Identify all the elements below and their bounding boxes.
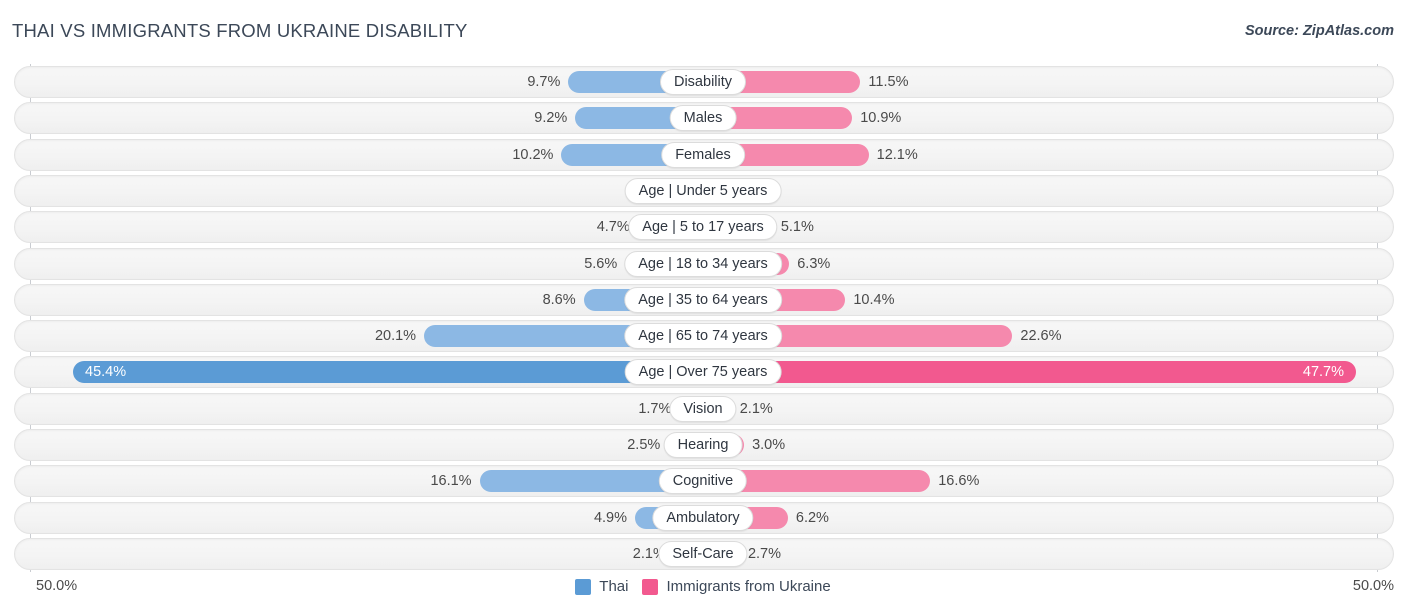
table-row[interactable]: 8.6% 10.4% Age | 35 to 64 years: [0, 283, 1406, 316]
value-label-thai: 9.7%: [527, 74, 561, 90]
value-label-thai: 20.1%: [374, 328, 417, 345]
chart-legend: Thai Immigrants from Ukraine: [0, 578, 1406, 595]
category-label[interactable]: Cognitive: [658, 468, 748, 495]
table-row[interactable]: 9.7% 11.5% Disability: [0, 66, 1406, 98]
value-label-immigrants-from-ukraine: 6.2%: [795, 509, 829, 526]
table-row[interactable]: 4.7% 5.1% Age | 5 to 17 years: [0, 211, 1406, 244]
table-row[interactable]: 45.4% 47.7% Age | Over 75 years: [0, 356, 1406, 389]
plot-area: 9.7% 11.5% Disability 9.2% 10.9% Males 10.2% 12…: [0, 64, 1406, 572]
category-label[interactable]: Ambulatory: [652, 504, 754, 531]
value-label-immigrants-from-ukraine: 2.1%: [739, 400, 773, 417]
legend-swatch-icon: [642, 578, 659, 595]
value-label-immigrants-from-ukraine: 12.1%: [876, 146, 918, 163]
category-label[interactable]: Age | 5 to 17 years: [628, 214, 778, 241]
value-label-thai: 9.2%: [534, 110, 568, 127]
value-label-immigrants-from-ukraine: 22.6%: [1020, 328, 1062, 345]
category-label[interactable]: Age | 18 to 34 years: [624, 250, 782, 277]
table-row[interactable]: 5.6% 6.3% Age | 18 to 34 years: [0, 247, 1406, 280]
value-label-thai: 8.6%: [542, 291, 576, 308]
table-row[interactable]: 4.9% 6.2% Ambulatory: [0, 501, 1406, 534]
source-attribution: Source: ZipAtlas.com: [1244, 23, 1394, 39]
legend-label: Thai: [599, 578, 629, 595]
table-row[interactable]: 1.1%1.0%Age | Under 5 years: [0, 174, 1406, 207]
axis-label-right: 50.0%: [1352, 578, 1394, 594]
table-row[interactable]: 9.2% 10.9% Males: [0, 102, 1406, 135]
value-label-immigrants-from-ukraine: 10.9%: [860, 110, 902, 127]
category-label[interactable]: Disability: [659, 69, 747, 95]
value-label-thai: 1.7%: [638, 400, 672, 417]
value-label-thai: 5.6%: [584, 255, 618, 272]
value-label-thai: 4.9%: [593, 509, 627, 526]
value-label-immigrants-from-ukraine: 6.3%: [797, 255, 831, 272]
category-label[interactable]: Females: [661, 141, 745, 168]
value-label-thai: 45.4%: [85, 364, 127, 381]
value-label-thai: 10.2%: [512, 146, 554, 163]
page-title: THAI VS IMMIGRANTS FROM UKRAINE DISABILI…: [12, 20, 468, 41]
table-row[interactable]: 1.7% 2.1% Vision: [0, 392, 1406, 425]
category-label[interactable]: Age | Over 75 years: [624, 359, 782, 386]
category-label[interactable]: Self-Care: [658, 540, 748, 567]
value-label-immigrants-from-ukraine: 16.6%: [938, 473, 980, 490]
table-row[interactable]: 20.1% 22.6% Age | 65 to 74 years: [0, 320, 1406, 353]
value-label-immigrants-from-ukraine: 10.4%: [853, 291, 895, 308]
legend-item[interactable]: Thai: [575, 578, 628, 595]
category-label[interactable]: Males: [669, 105, 737, 132]
value-label-immigrants-from-ukraine: 3.0%: [752, 437, 786, 453]
disability-comparison-chart: THAI VS IMMIGRANTS FROM UKRAINE DISABILI…: [0, 0, 1406, 612]
table-row[interactable]: 16.1% 16.6% Cognitive: [0, 465, 1406, 498]
category-label[interactable]: Age | 35 to 64 years: [624, 286, 782, 313]
value-label-immigrants-from-ukraine: 2.7%: [747, 545, 782, 562]
legend-swatch-icon: [575, 578, 592, 595]
value-label-thai: 2.1%: [632, 545, 666, 562]
category-label[interactable]: Age | Under 5 years: [624, 177, 782, 204]
value-label-thai: 16.1%: [430, 473, 472, 490]
value-label-immigrants-from-ukraine: 5.1%: [780, 219, 814, 236]
value-label-immigrants-from-ukraine: 11.5%: [868, 74, 909, 90]
table-row[interactable]: 2.5% 3.0% Hearing: [0, 429, 1406, 461]
legend-label: Immigrants from Ukraine: [666, 578, 831, 595]
value-label-thai: 4.7%: [596, 219, 630, 236]
axis-label-left: 50.0%: [36, 578, 78, 594]
legend-item[interactable]: Immigrants from Ukraine: [642, 578, 831, 595]
table-row[interactable]: 2.1% 2.7% Self-Care: [0, 537, 1406, 570]
value-label-thai: 2.5%: [627, 437, 661, 453]
category-label[interactable]: Age | 65 to 74 years: [624, 323, 782, 350]
value-label-immigrants-from-ukraine: 47.7%: [1302, 364, 1344, 381]
category-label[interactable]: Hearing: [663, 432, 743, 458]
table-row[interactable]: 10.2% 12.1% Females: [0, 138, 1406, 171]
category-label[interactable]: Vision: [669, 395, 737, 422]
